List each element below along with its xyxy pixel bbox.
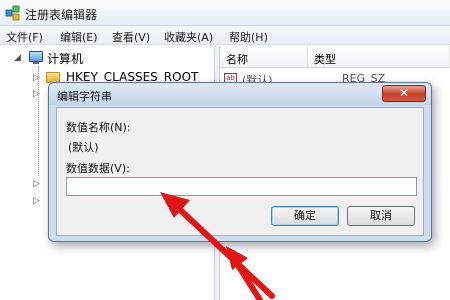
- regedit-icon: [5, 5, 20, 21]
- tree-item-computer[interactable]: 计算机: [47, 50, 83, 67]
- computer-icon: [29, 51, 43, 64]
- dialog-titlebar[interactable]: 编辑字符串 ✕: [49, 83, 431, 105]
- expand-icon[interactable]: ▷: [33, 73, 40, 83]
- window-title: 注册表编辑器: [25, 8, 98, 22]
- expand-icon[interactable]: ▷: [33, 196, 40, 206]
- menu-file[interactable]: 文件(F): [6, 29, 43, 45]
- menu-favorites[interactable]: 收藏夹(A): [164, 29, 213, 45]
- column-header-name[interactable]: 名称: [220, 46, 308, 68]
- window-titlebar: 注册表编辑器: [0, 0, 450, 26]
- close-icon: ✕: [398, 86, 410, 100]
- expand-icon[interactable]: ▷: [33, 179, 40, 189]
- close-button[interactable]: ✕: [382, 85, 426, 102]
- menu-edit[interactable]: 编辑(E): [60, 29, 98, 45]
- menu-help[interactable]: 帮助(H): [229, 29, 268, 45]
- value-name-label: 数值名称(N):: [66, 121, 131, 134]
- ok-button[interactable]: 确定: [271, 206, 339, 226]
- cancel-button[interactable]: 取消: [347, 206, 415, 226]
- dialog-title: 编辑字符串: [57, 90, 112, 103]
- collapse-icon[interactable]: ◢: [14, 53, 21, 63]
- value-data-label: 数值数据(V):: [66, 162, 130, 175]
- column-header-type[interactable]: 类型: [308, 46, 450, 68]
- value-data-input[interactable]: [66, 177, 417, 196]
- menu-view[interactable]: 查看(V): [112, 29, 150, 45]
- menu-bar: 文件(F) 编辑(E) 查看(V) 收藏夹(A) 帮助(H): [0, 26, 450, 45]
- value-name-field: (默认): [66, 140, 416, 155]
- expand-icon[interactable]: ▷: [33, 89, 40, 99]
- edit-string-dialog: 编辑字符串 ✕ 数值名称(N): (默认) 数值数据(V): 确定 取消: [48, 82, 432, 242]
- dialog-body: 数值名称(N): (默认) 数值数据(V): 确定 取消: [56, 107, 424, 236]
